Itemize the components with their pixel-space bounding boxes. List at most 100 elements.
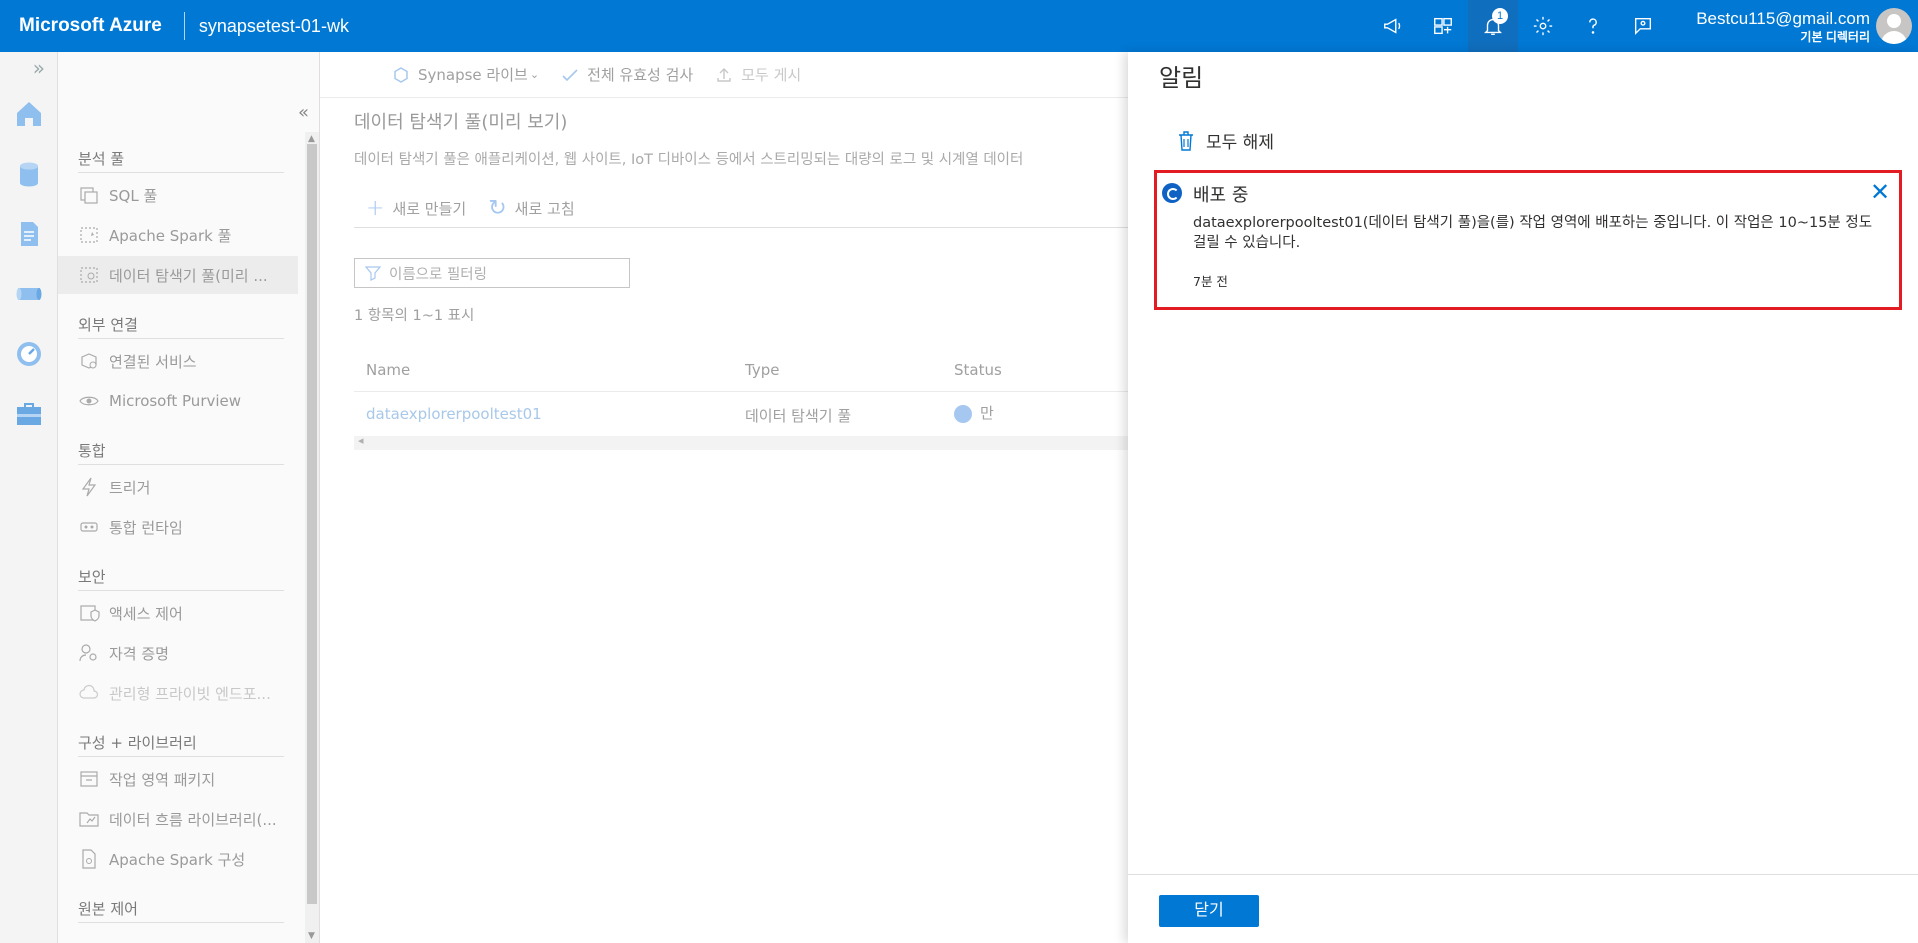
workspace-name[interactable]: synapsetest-01-wk	[199, 16, 349, 37]
pool-name-link[interactable]: dataexplorerpooltest01	[366, 405, 542, 423]
bell-icon[interactable]: 1	[1468, 0, 1518, 52]
avatar[interactable]	[1876, 8, 1912, 44]
validate-all-label: 전체 유효성 검사	[587, 66, 694, 84]
home-icon[interactable]	[0, 84, 58, 144]
spark-pool-icon	[78, 224, 100, 246]
validate-all-button[interactable]: 전체 유효성 검사	[561, 64, 693, 85]
switch-directory-icon[interactable]	[1418, 0, 1468, 52]
left-nav-rail: »	[0, 52, 58, 943]
sidebar-item-data-explorer-pools[interactable]: 데이터 탐색기 풀(미리 ...	[58, 256, 298, 294]
main-content: 데이터 탐색기 풀(미리 보기) 데이터 탐색기 풀은 애플리케이션, 웹 사이…	[320, 98, 1128, 943]
pools-table: Name Type Status dataexplorerpooltest01 …	[354, 348, 1128, 450]
plus-icon: +	[366, 196, 385, 221]
section-analytics-pools: 분석 풀	[78, 150, 125, 168]
synapse-live-dropdown[interactable]: Synapse 라이브 ⌄	[392, 64, 539, 85]
divider	[183, 12, 185, 40]
sidebar-item-triggers[interactable]: 트리거	[58, 468, 298, 506]
user-directory: 기본 디렉터리	[1800, 30, 1870, 44]
pool-status-text: 만	[980, 404, 994, 422]
integrate-icon[interactable]	[0, 264, 58, 324]
user-key-icon	[78, 642, 100, 664]
command-bar: + 새로 만들기 ↻ 새로 고침	[354, 190, 1128, 228]
notification-message: dataexplorerpooltest01(데이터 탐색기 풀)을(를) 작업…	[1193, 215, 1873, 251]
help-icon[interactable]	[1568, 0, 1618, 52]
close-icon[interactable]: ✕	[1869, 180, 1891, 204]
develop-icon[interactable]	[0, 204, 58, 264]
sidebar-item-integration-runtimes[interactable]: 통합 런타임	[58, 508, 298, 546]
manage-icon[interactable]	[0, 384, 58, 444]
account-menu[interactable]: Bestcu115@gmail.com 기본 디렉터리	[1696, 9, 1870, 45]
user-email: Bestcu115@gmail.com	[1696, 9, 1870, 28]
shield-icon	[78, 602, 100, 624]
column-header-name[interactable]: Name	[366, 361, 410, 379]
status-icon	[954, 404, 972, 423]
pool-type: 데이터 탐색기 풀	[745, 407, 852, 425]
refresh-label: 새로 고침	[514, 200, 575, 218]
package-icon	[78, 768, 100, 790]
sidebar-item-spark-pools[interactable]: Apache Spark 풀	[58, 216, 298, 254]
column-header-status[interactable]: Status	[954, 361, 1002, 379]
eye-icon	[78, 390, 100, 412]
megaphone-icon[interactable]	[1368, 0, 1418, 52]
sidebar-item-label: Apache Spark 구성	[109, 850, 246, 869]
filter-input[interactable]: 이름으로 필터링	[354, 258, 630, 288]
sidebar-item-sql-pools[interactable]: SQL 풀	[58, 176, 298, 214]
table-row[interactable]: dataexplorerpooltest01 데이터 탐색기 풀 만	[354, 392, 1128, 436]
gear-icon[interactable]	[1518, 0, 1568, 52]
sidebar-item-label: 데이터 흐름 라이브러리(...	[109, 810, 277, 829]
dismiss-all-label: 모두 해제	[1206, 133, 1274, 153]
monitor-icon[interactable]	[0, 324, 58, 384]
notification-time: 7분 전	[1193, 274, 1228, 289]
runtime-icon	[78, 516, 100, 538]
column-header-type[interactable]: Type	[745, 361, 779, 379]
sidebar-item-label: SQL 풀	[109, 186, 158, 205]
sidebar-item-workspace-packages[interactable]: 작업 영역 패키지	[58, 760, 298, 798]
notification-card[interactable]: 배포 중 ✕ dataexplorerpooltest01(데이터 탐색기 풀)…	[1154, 170, 1902, 310]
panel-title: 알림	[1159, 64, 1204, 92]
document-gear-icon	[78, 848, 100, 870]
data-icon[interactable]	[0, 144, 58, 204]
sidebar-item-linked-services[interactable]: 연결된 서비스	[58, 342, 298, 380]
sidebar-item-credentials[interactable]: 자격 증명	[58, 634, 298, 672]
sidebar-item-label: 액세스 제어	[109, 604, 183, 623]
sidebar-item-label: Apache Spark 풀	[109, 226, 232, 245]
refresh-button[interactable]: ↻ 새로 고침	[488, 196, 574, 221]
sidebar-item-label: 데이터 탐색기 풀(미리 ...	[109, 266, 268, 285]
manage-sidebar: « 분석 풀 SQL 풀 Apache Spark 풀 데이터 탐색기 풀(미리…	[58, 52, 320, 943]
sidebar-item-purview[interactable]: Microsoft Purview	[58, 382, 298, 420]
brand-link[interactable]: Microsoft Azure	[0, 15, 162, 37]
trash-icon	[1179, 130, 1193, 151]
item-count: 1 항목의 1~1 표시	[354, 308, 475, 324]
folder-flow-icon	[78, 808, 100, 830]
notification-title: 배포 중	[1193, 185, 1249, 206]
sidebar-item-label: 작업 영역 패키지	[109, 770, 216, 789]
cloud-link-icon	[78, 682, 100, 704]
collapse-sidebar-icon[interactable]: «	[298, 102, 309, 123]
section-external-connections: 외부 연결	[78, 316, 138, 334]
sidebar-scroll-thumb[interactable]	[307, 144, 317, 904]
publish-all-button[interactable]: 모두 게시	[715, 64, 801, 85]
footer-divider	[1128, 874, 1918, 875]
sidebar-item-access-control[interactable]: 액세스 제어	[58, 594, 298, 632]
new-label: 새로 만들기	[392, 200, 467, 218]
sidebar-item-label: 자격 증명	[109, 644, 169, 663]
sidebar-item-managed-private-endpoints[interactable]: 관리형 프라이빗 엔드포...	[58, 674, 298, 712]
publish-all-label: 모두 게시	[741, 66, 802, 84]
new-button[interactable]: + 새로 만들기	[366, 196, 466, 221]
refresh-icon: ↻	[488, 196, 507, 221]
sidebar-item-spark-config[interactable]: Apache Spark 구성	[58, 840, 298, 878]
sidebar-item-label: 관리형 프라이빗 엔드포...	[109, 684, 271, 703]
sidebar-item-dataflow-libraries[interactable]: 데이터 흐름 라이브러리(...	[58, 800, 298, 838]
dismiss-all-button[interactable]: 모두 해제	[1176, 128, 1274, 153]
expand-menu-icon[interactable]: »	[0, 52, 57, 84]
sidebar-item-label: Microsoft Purview	[109, 392, 242, 410]
page-description: 데이터 탐색기 풀은 애플리케이션, 웹 사이트, IoT 디바이스 등에서 스…	[354, 152, 1024, 168]
synapse-live-label: Synapse 라이브	[418, 66, 528, 84]
filter-icon	[365, 266, 381, 281]
filter-placeholder: 이름으로 필터링	[389, 266, 487, 283]
table-horizontal-scrollbar[interactable]	[354, 434, 1128, 450]
sidebar-item-label: 통합 런타임	[109, 518, 183, 537]
close-button[interactable]: 닫기	[1159, 895, 1259, 927]
feedback-icon[interactable]	[1618, 0, 1668, 52]
pool-status: 만	[954, 402, 994, 423]
